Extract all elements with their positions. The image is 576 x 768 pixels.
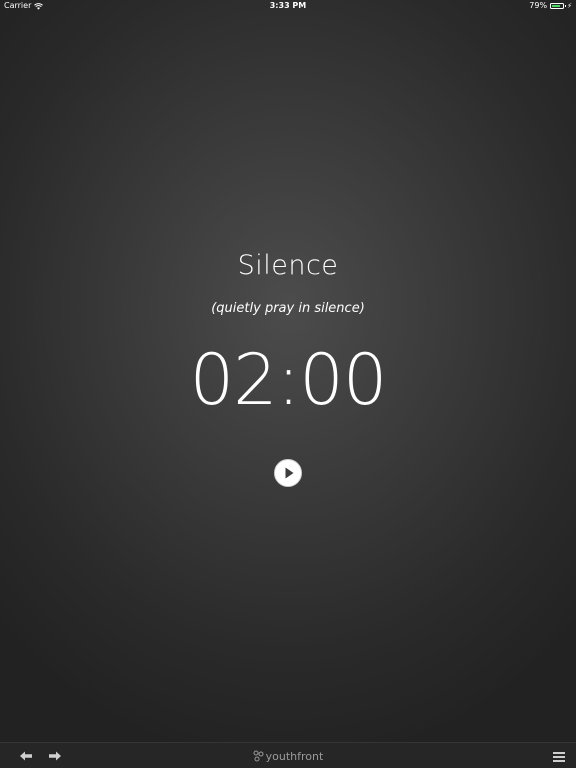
bottom-toolbar: youthfront — [0, 742, 576, 768]
hamburger-menu-icon — [553, 752, 565, 762]
menu-button[interactable] — [552, 749, 566, 763]
step-instruction: (quietly pray in silence) — [211, 301, 365, 316]
logo-text: youthfront — [265, 749, 324, 763]
youthfront-logo: youthfront — [0, 743, 576, 768]
battery-percent: 79% — [529, 1, 548, 10]
battery-level-fill — [552, 5, 561, 7]
battery-icon — [550, 3, 567, 9]
youthfront-logo-mark-icon — [253, 750, 264, 762]
status-right: 79% ⚡ — [529, 0, 572, 12]
status-time: 3:33 PM — [269, 1, 307, 10]
charging-bolt-icon: ⚡ — [567, 2, 572, 10]
play-button[interactable] — [274, 459, 302, 487]
play-icon — [285, 467, 294, 479]
status-bar: Carrier 3:33 PM 79% ⚡ — [0, 0, 576, 12]
countdown-timer: 02:00 — [189, 339, 388, 421]
app-screen: Carrier 3:33 PM 79% ⚡ Silence (quietly p… — [0, 0, 576, 768]
step-title: Silence — [237, 250, 339, 281]
